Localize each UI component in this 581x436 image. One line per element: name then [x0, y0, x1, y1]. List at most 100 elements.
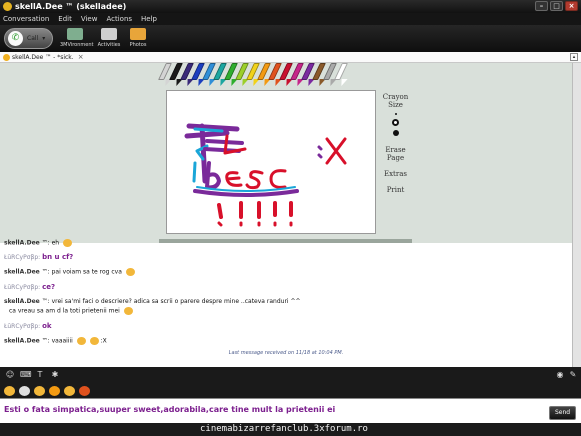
toolbar-3mvironment[interactable]: 3MVironment [60, 28, 93, 48]
message-sender: ŁūRϹyPσβp: [4, 323, 41, 330]
message-sender: skellA.Dee [4, 337, 40, 345]
erase-page-button[interactable]: Erase Page [378, 146, 413, 162]
crayon-color-2[interactable] [169, 63, 183, 87]
laugh-emoticon-icon[interactable] [49, 385, 60, 396]
crayon-body [334, 63, 348, 80]
crayon-color-12[interactable] [279, 63, 293, 87]
chat-message: skellA.Dee ™: vaaaiiii :X [4, 337, 107, 345]
crayon-color-4[interactable] [191, 63, 205, 87]
activities-icon [101, 28, 117, 40]
message-sender: skellA.Dee [4, 239, 40, 247]
activity-scrollbar[interactable] [572, 63, 581, 243]
close-window-button[interactable]: × [565, 1, 578, 11]
emoticon-icon [63, 239, 73, 247]
emoticon-icon [89, 337, 99, 345]
message-sender: ŁūRϹyPσβp: [4, 254, 41, 261]
size-small-option[interactable] [394, 113, 397, 115]
crayon-color-17[interactable] [334, 63, 348, 87]
message-text: bn u cf? [42, 253, 74, 261]
doodle-activity-panel: Crayon Size Erase Page Extras Print [0, 63, 572, 243]
window-title: skellA.Dee ™ (skelladee) [15, 2, 127, 11]
crayon-color-5[interactable] [202, 63, 216, 87]
toolbar-activities[interactable]: Activities [97, 28, 121, 48]
call-button[interactable]: ✆ Call ▾ [4, 28, 53, 49]
last-message-status: Last message received on 11/18 at 10:04 … [228, 350, 344, 356]
send-button[interactable]: Send [549, 406, 576, 420]
chat-message: ŁūRϹyPσβp: ce? [4, 283, 55, 291]
title-bar: skellA.Dee ™ (skelladee) – □ × [0, 0, 581, 13]
crayon-color-7[interactable] [224, 63, 238, 87]
doodle-drawing [184, 123, 347, 227]
wink-emoticon-icon[interactable] [19, 385, 30, 396]
crayon-color-15[interactable] [312, 63, 326, 87]
conversation-tab[interactable]: skellA.Dee ™ - *sick. [12, 54, 74, 61]
dance-emoticon-icon[interactable] [79, 385, 90, 396]
chat-scrollbar[interactable] [572, 243, 581, 367]
3d-environment-icon [67, 28, 83, 40]
emoticon-icon [123, 307, 133, 315]
menu-view[interactable]: View [81, 15, 98, 23]
chat-message: skellA.Dee ™: pai voiam sa te rog cva [4, 268, 135, 276]
call-label: Call [27, 35, 39, 42]
message-text: ok [42, 322, 52, 330]
size-medium-option[interactable] [392, 119, 399, 126]
toolbar-activities-label: Activities [97, 42, 121, 48]
minimize-button[interactable]: – [535, 1, 548, 11]
chevron-down-icon[interactable]: ▾ [42, 35, 45, 42]
menu-edit[interactable]: Edit [58, 15, 72, 23]
print-button[interactable]: Print [378, 186, 413, 194]
settings-icon[interactable]: ✱ [50, 370, 60, 380]
crayon-color-6[interactable] [213, 63, 227, 87]
message-text: ™: pai voiam sa te rog cva [41, 268, 122, 276]
pencil-icon[interactable]: ✎ [568, 370, 578, 380]
footer-bar: cinemabizarrefanclub.3xforum.ro [0, 423, 581, 436]
crayon-color-11[interactable] [268, 63, 282, 87]
emoticon-menu-icon[interactable]: ☺ [5, 370, 15, 380]
chat-message: ŁūRϹyPσβp: bn u cf? [4, 253, 73, 261]
maximize-button[interactable]: □ [550, 1, 563, 11]
message-input[interactable]: Esti o fata simpatica,suuper sweet,adora… [4, 405, 335, 414]
toolbar-photos[interactable]: Photos [127, 28, 149, 48]
scroll-up-icon[interactable]: ▴ [570, 53, 578, 61]
cool-emoticon-icon[interactable] [34, 385, 45, 396]
crayon-color-10[interactable] [257, 63, 271, 87]
watermark: cinemabizarrefanclub.3xforum.ro [200, 424, 368, 434]
crayon-color-16[interactable] [323, 63, 337, 87]
crayon-color-9[interactable] [246, 63, 260, 87]
photos-icon [130, 28, 146, 40]
extras-button[interactable]: Extras [378, 170, 413, 178]
menu-actions[interactable]: Actions [106, 15, 132, 23]
drawing-tools: Crayon Size Erase Page Extras Print [378, 93, 413, 197]
crayon-color-1[interactable] [158, 63, 172, 87]
crayon-color-8[interactable] [235, 63, 249, 87]
crayon-size-label: Crayon Size [382, 93, 409, 109]
message-text: ™: vrei sa'mi faci o descriere? adica sa… [41, 298, 301, 305]
menu-bar: Conversation Edit View Actions Help [0, 13, 581, 25]
hug-emoticon-icon[interactable] [64, 385, 75, 396]
smile-emoticon-icon[interactable] [4, 385, 15, 396]
webcam-icon[interactable]: ◉ [555, 370, 565, 380]
message-text: ce? [42, 283, 56, 291]
size-large-option[interactable] [392, 130, 399, 136]
menu-conversation[interactable]: Conversation [3, 15, 49, 23]
menu-help[interactable]: Help [141, 15, 157, 23]
message-text: ™: eh [41, 239, 60, 247]
chat-message: ŁūRϹyPσβp: ok [4, 322, 52, 330]
chat-history: skellA.Dee ™: eh ŁūRϹyPσβp: bn u cf? ske… [0, 239, 572, 367]
emoticon-icon [125, 268, 135, 276]
conversation-tab-bar: skellA.Dee ™ - *sick. × ▴ [0, 52, 581, 63]
chat-message-continuation: ca vreau sa am d la toti prietenii mei [9, 307, 133, 315]
font-icon[interactable]: T [35, 370, 45, 380]
crayon-color-13[interactable] [290, 63, 304, 87]
message-text: ™: vaaaiiii [41, 337, 73, 345]
doodle-canvas[interactable] [166, 90, 376, 234]
crayon-color-14[interactable] [301, 63, 315, 87]
message-sender: skellA.Dee [4, 268, 40, 276]
crayon-palette [158, 63, 379, 87]
crayon-color-3[interactable] [180, 63, 194, 87]
smiley-icon [3, 53, 10, 61]
tab-close-icon[interactable]: × [78, 53, 84, 61]
keyboard-icon[interactable]: ⌨ [20, 370, 32, 380]
editor-toolbar: ☺ ⌨ T ✱ ◉ ✎ [0, 367, 581, 383]
message-text: ca vreau sa am d la toti prietenii mei [9, 307, 120, 315]
